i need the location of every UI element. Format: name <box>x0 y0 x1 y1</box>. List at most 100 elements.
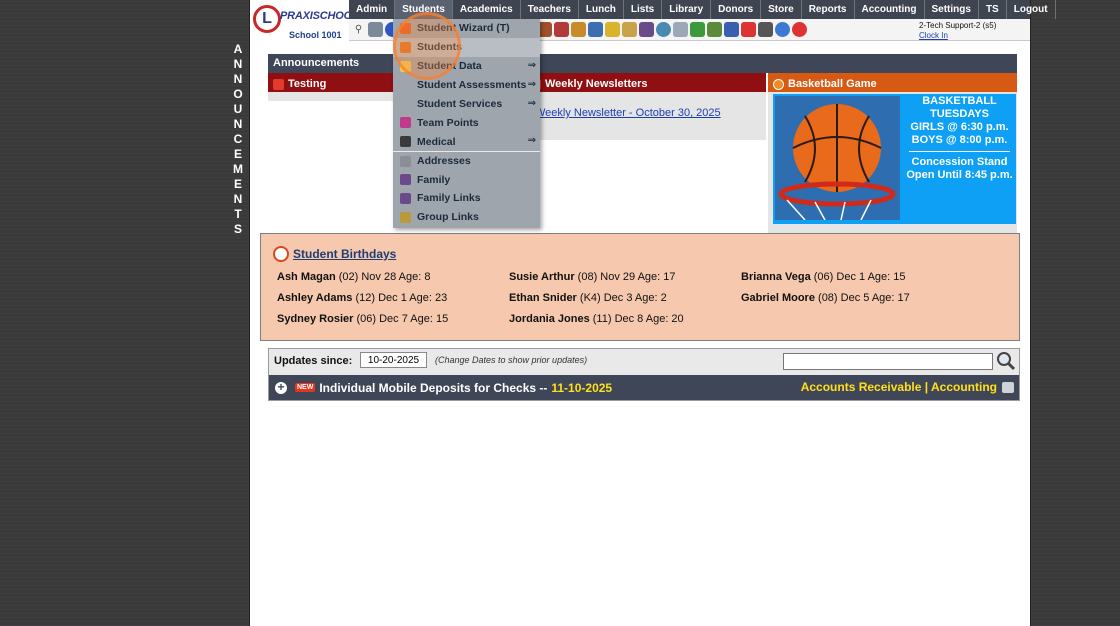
birthday-item: Ashley Adams (12) Dec 1 Age: 23 <box>277 292 448 304</box>
team-points-icon <box>400 117 411 129</box>
pdf-icon[interactable] <box>741 22 756 37</box>
updates-panel: Updates since: (Change Dates to show pri… <box>268 348 1020 401</box>
birthday-item: Gabriel Moore (08) Dec 5 Age: 17 <box>741 292 910 304</box>
family-links-icon <box>400 193 411 205</box>
menu-item-team-points[interactable]: Team Points <box>393 113 540 132</box>
announcements-header: Announcements <box>268 54 1017 73</box>
birthday-item: Ethan Snider (K4) Dec 3 Age: 2 <box>509 292 667 304</box>
birthdays-title[interactable]: Student Birthdays <box>273 246 396 262</box>
announcement-card-basketball: Basketball Game BASKETBALL TUESDAYS GIRL… <box>768 73 1017 233</box>
assessments-icon <box>400 80 411 91</box>
menu-item-family[interactable]: Family <box>393 170 540 189</box>
dice-icon <box>273 78 284 90</box>
menu-item-group-links[interactable]: Group Links <box>393 208 540 227</box>
menu-students[interactable]: Students <box>395 0 453 19</box>
basketball-image <box>775 96 900 221</box>
menu-accounting[interactable]: Accounting <box>855 0 925 19</box>
search-icon[interactable] <box>996 351 1016 371</box>
data-icon <box>400 60 411 72</box>
group-links-icon <box>400 211 411 223</box>
birthday-item: Ash Magan (02) Nov 28 Age: 8 <box>277 271 431 283</box>
help-icon[interactable] <box>775 22 790 37</box>
menu-item-student-services[interactable]: Student Services ⇒ <box>393 95 540 114</box>
updates-note: (Change Dates to show prior updates) <box>435 355 588 365</box>
document-icon[interactable] <box>673 22 688 37</box>
menu-donors[interactable]: Donors <box>711 0 762 19</box>
ap-icon[interactable] <box>724 22 739 37</box>
search-input[interactable] <box>783 353 993 370</box>
card-title: Basketball Game <box>788 78 877 90</box>
praxischool-logo[interactable]: L PRAXISCHOOL™ School 1001 <box>251 2 364 40</box>
card-header: Basketball Game <box>768 73 1017 92</box>
services-icon <box>400 99 411 110</box>
calculator-icon[interactable] <box>588 22 603 37</box>
student-birthdays-panel: Student Birthdays Ash Magan (02) Nov 28 … <box>260 233 1020 341</box>
menu-lunch[interactable]: Lunch <box>579 0 624 19</box>
menu-logout[interactable]: Logout <box>1007 0 1056 19</box>
menu-library[interactable]: Library <box>662 0 712 19</box>
update-title[interactable]: Individual Mobile Deposits for Checks -- <box>319 381 547 395</box>
toolbar-icons-right <box>537 22 807 37</box>
basketball-icon <box>773 78 784 90</box>
basketball-flyer: BASKETBALL TUESDAYS GIRLS @ 6:30 p.m. BO… <box>773 94 1016 224</box>
expand-icon[interactable]: + <box>275 381 287 394</box>
card-header: Weekly Newsletters <box>525 73 766 92</box>
user-group-icon[interactable] <box>639 22 654 37</box>
family-icon <box>400 174 411 186</box>
birthday-item: Susie Arthur (08) Nov 29 Age: 17 <box>509 271 676 283</box>
menu-item-addresses[interactable]: Addresses <box>393 151 540 170</box>
updates-since-date-input[interactable] <box>360 352 427 368</box>
card-title: Weekly Newsletters <box>545 78 648 90</box>
menu-settings[interactable]: Settings <box>925 0 979 19</box>
menu-item-student-data[interactable]: Student Data ⇒ <box>393 57 540 76</box>
menu-admin[interactable]: Admin <box>349 0 396 19</box>
main-menu-bar: Admin Students Academics Teachers Lunch … <box>349 0 1056 19</box>
lunch-icon[interactable] <box>571 22 586 37</box>
birthday-item: Sydney Rosier (06) Dec 7 Age: 15 <box>277 313 449 325</box>
menu-reports[interactable]: Reports <box>802 0 855 19</box>
address-card-icon <box>400 156 411 168</box>
clock-icon[interactable] <box>656 22 671 37</box>
menu-ts[interactable]: TS <box>979 0 1007 19</box>
menu-teachers[interactable]: Teachers <box>521 0 579 19</box>
pencil-icon[interactable] <box>605 22 620 37</box>
update-item: + NEW Individual Mobile Deposits for Che… <box>269 375 1019 400</box>
new-badge: NEW <box>295 383 316 392</box>
printer-icon[interactable] <box>758 22 773 37</box>
user-info: 2-Tech Support-2 (s5) Clock In <box>919 21 996 41</box>
birthday-item: Brianna Vega (06) Dec 1 Age: 15 <box>741 271 906 283</box>
update-date: 11-10-2025 <box>551 380 613 395</box>
printer-icon[interactable] <box>1002 382 1014 393</box>
school-name: School 1001 <box>289 30 342 40</box>
clock-in-link[interactable]: Clock In <box>919 31 948 40</box>
student-icon <box>400 41 411 53</box>
cash-icon[interactable] <box>690 22 705 37</box>
search-icon[interactable]: ⚲ <box>351 22 366 37</box>
menu-item-family-links[interactable]: Family Links <box>393 189 540 208</box>
people-icon[interactable] <box>554 22 569 37</box>
menu-store[interactable]: Store <box>761 0 802 19</box>
birthdays-list: Ash Magan (02) Nov 28 Age: 8 Susie Arthu… <box>277 270 973 326</box>
menu-academics[interactable]: Academics <box>453 0 521 19</box>
money-icon[interactable] <box>622 22 637 37</box>
grid-icon[interactable] <box>368 22 383 37</box>
wizard-icon <box>400 23 411 34</box>
cake-icon <box>273 246 289 262</box>
announcement-card-newsletters: Weekly Newsletters Weekly Newsletter - O… <box>525 73 766 140</box>
students-dropdown-menu: Student Wizard (T) Students Student Data… <box>393 19 540 228</box>
menu-item-student-assessments[interactable]: Student Assessments ⇒ <box>393 76 540 95</box>
update-category-links[interactable]: Accounts Receivable | Accounting <box>801 380 997 394</box>
birthday-item: Jordania Jones (11) Dec 8 Age: 20 <box>509 313 684 325</box>
newsletter-link[interactable]: Weekly Newsletter - October 30, 2025 <box>535 107 721 119</box>
updates-label: Updates since: <box>274 355 353 367</box>
medical-icon <box>400 136 411 148</box>
menu-item-medical[interactable]: Medical ⇒ <box>393 132 540 151</box>
user-name: 2-Tech Support-2 (s5) <box>919 21 997 30</box>
menu-lists[interactable]: Lists <box>624 0 663 19</box>
register-icon[interactable] <box>707 22 722 37</box>
card-title: Testing <box>288 78 327 90</box>
basketball-text: BASKETBALL TUESDAYS GIRLS @ 6:30 p.m. BO… <box>906 95 1013 181</box>
menu-item-students[interactable]: Students <box>393 37 540 57</box>
power-icon[interactable] <box>792 22 807 37</box>
menu-item-student-wizard[interactable]: Student Wizard (T) <box>393 19 540 38</box>
